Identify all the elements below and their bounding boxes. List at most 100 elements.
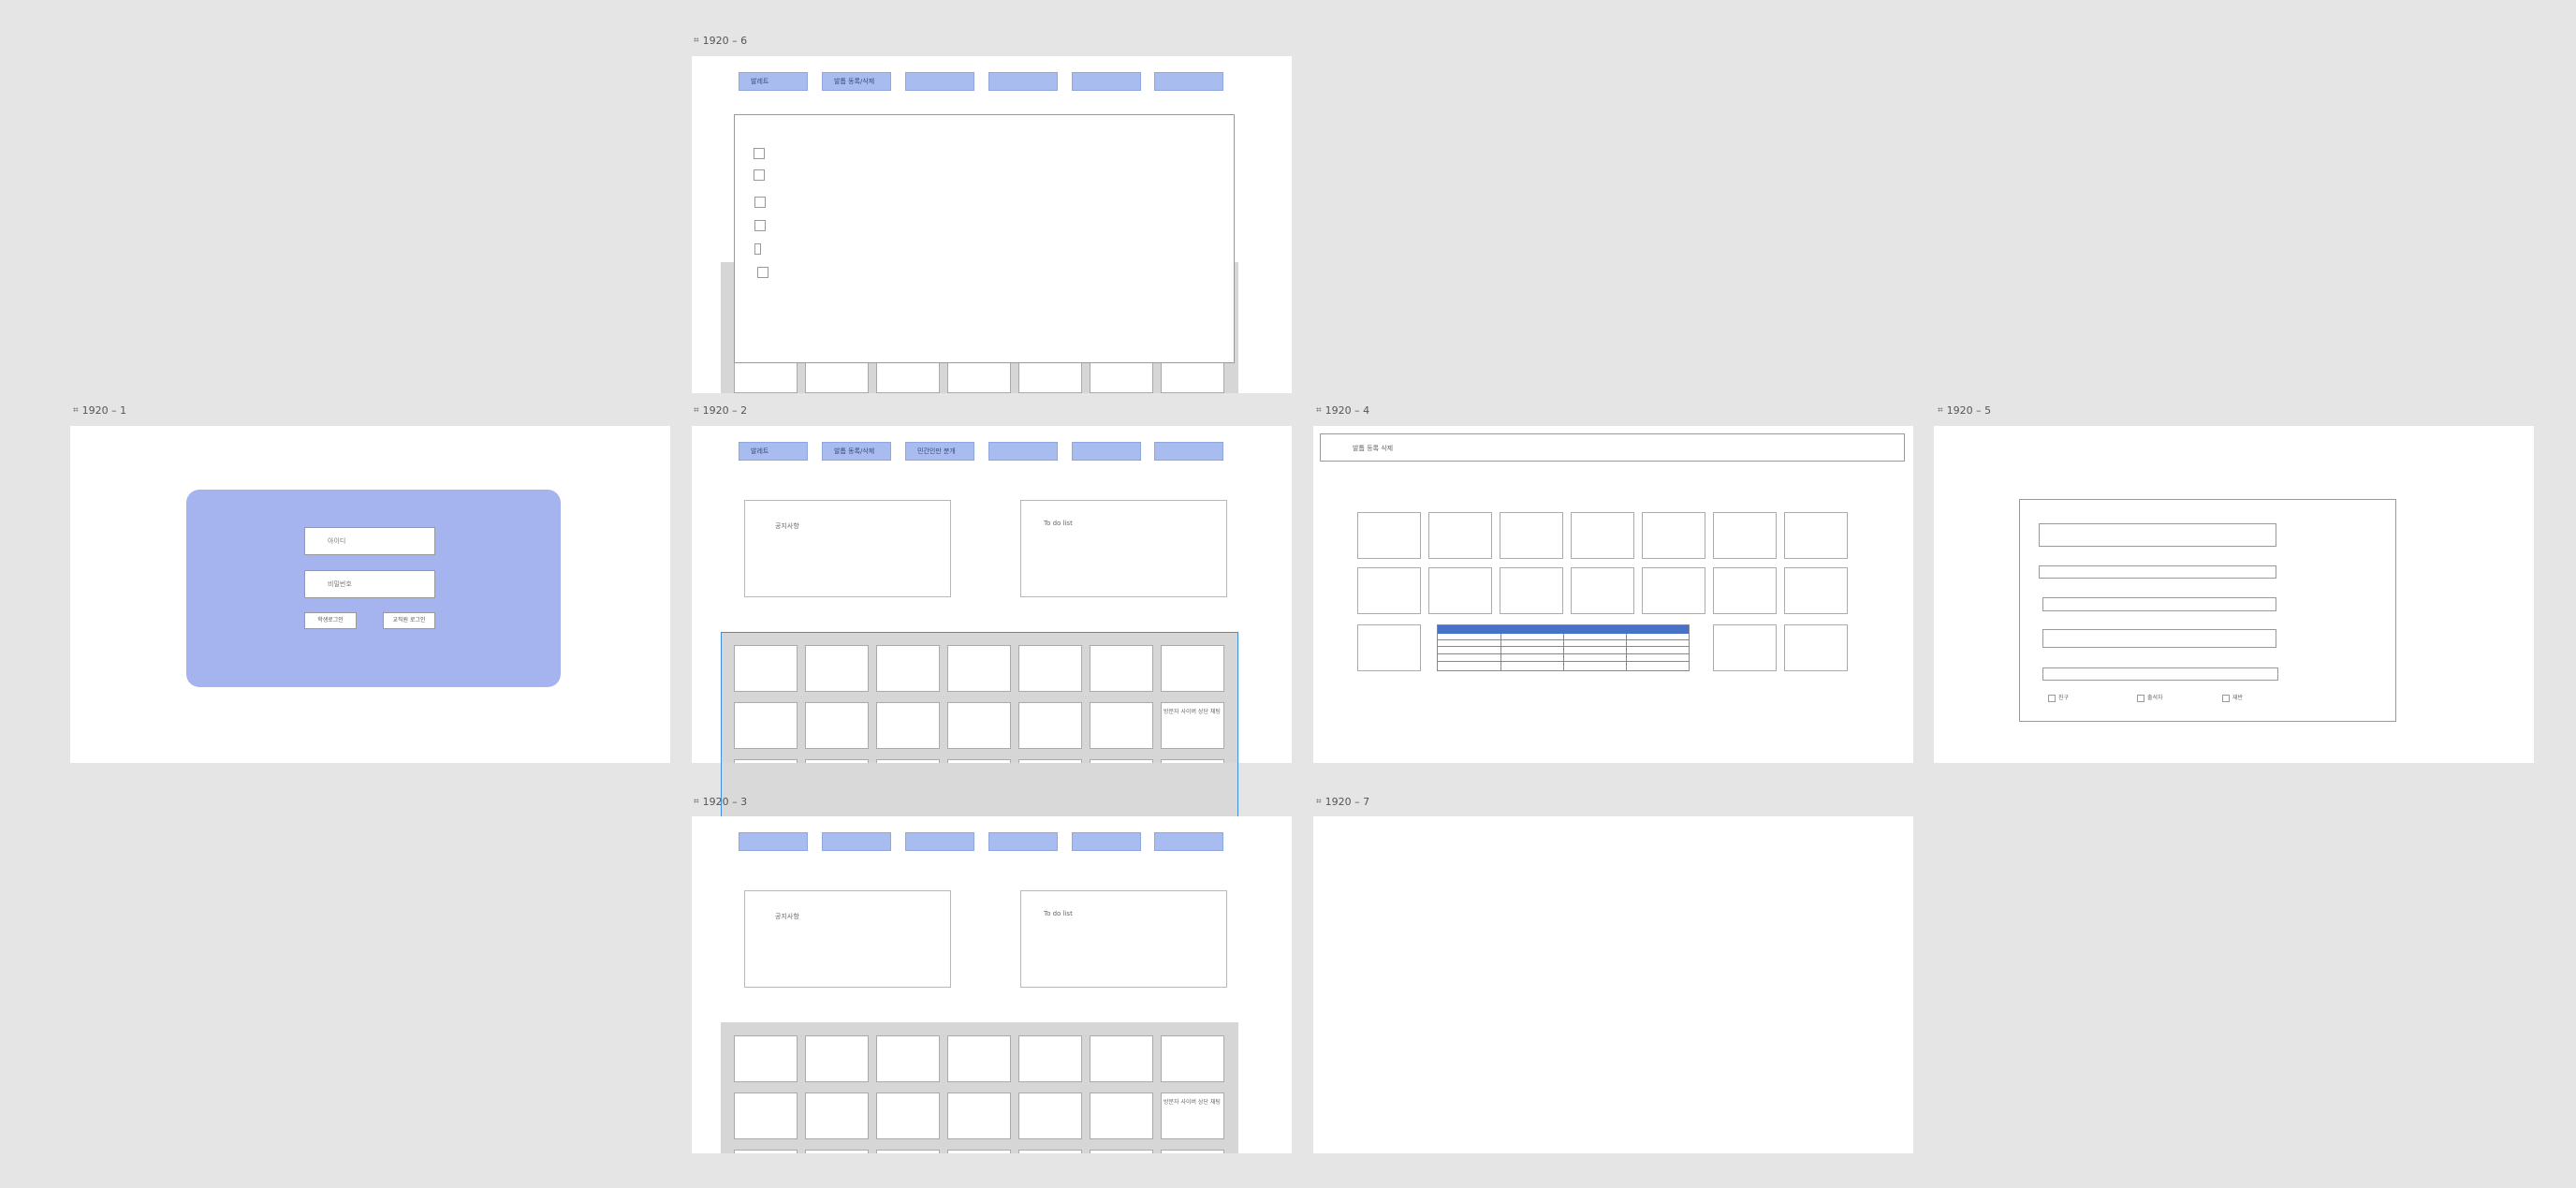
grid-cell[interactable] (734, 1093, 798, 1139)
grid-cell[interactable] (1018, 645, 1082, 692)
grid-cell[interactable] (805, 702, 869, 749)
grid-cell[interactable] (1161, 645, 1224, 692)
grid-cell[interactable] (1784, 567, 1848, 614)
nav-tab-6[interactable] (1154, 832, 1223, 851)
grid-cell[interactable] (1357, 624, 1421, 671)
grid-cell[interactable] (1090, 1150, 1153, 1153)
grid-cell[interactable] (1784, 624, 1848, 671)
checkbox-2[interactable] (2137, 695, 2144, 702)
nav-tab-5[interactable] (1072, 442, 1141, 461)
frame-1920-5[interactable]: 친구 출석자 재반 (1934, 426, 2534, 763)
grid-cell[interactable] (1713, 512, 1777, 559)
frame-label-5[interactable]: ⌗ 1920 – 5 (1938, 404, 1991, 417)
notice-panel[interactable]: 공지사항 (744, 500, 951, 597)
nav-tab-5[interactable] (1072, 832, 1141, 851)
grid-cell[interactable] (876, 1150, 940, 1153)
todo-panel[interactable]: To do list (1020, 500, 1227, 597)
grid-cell[interactable] (876, 1093, 940, 1139)
grid-cell[interactable] (1642, 512, 1705, 559)
grid-cell[interactable] (1500, 567, 1563, 614)
password-input[interactable]: 비밀번호 (304, 570, 435, 598)
grid-cell[interactable] (947, 1093, 1011, 1139)
grid-cell[interactable] (876, 645, 940, 692)
grid-cell[interactable] (734, 702, 798, 749)
nav-tab-6[interactable] (1154, 442, 1223, 461)
frame-label-6[interactable]: ⌗ 1920 – 6 (694, 35, 747, 47)
teacher-login-button[interactable]: 교직원 로그인 (383, 612, 435, 629)
todo-panel[interactable]: To do list (1020, 890, 1227, 988)
grid-cell[interactable] (1713, 624, 1777, 671)
grid-cell[interactable] (1090, 702, 1153, 749)
nav-tab-6[interactable] (1154, 72, 1223, 91)
grid-cell[interactable] (876, 702, 940, 749)
grid-cell[interactable] (805, 645, 869, 692)
grid-cell[interactable]: 방문자 사이버 상단 채팅 (1161, 702, 1224, 749)
grid-cell[interactable] (734, 1035, 798, 1082)
nav-tab-1[interactable]: 발레트 (739, 442, 808, 461)
grid-cell[interactable] (1784, 512, 1848, 559)
grid-cell[interactable] (1161, 1035, 1224, 1082)
frame-1920-1[interactable]: 아이디 비밀번호 학생로그인 교직원 로그인 (70, 426, 670, 763)
modal-panel[interactable] (734, 114, 1235, 363)
checkbox[interactable] (754, 169, 765, 181)
checkbox[interactable] (757, 267, 768, 278)
frame-1920-6[interactable]: 발레트 발톱 동록/삭제 (692, 56, 1292, 393)
grid-cell[interactable] (947, 1035, 1011, 1082)
grid-cell[interactable] (1642, 567, 1705, 614)
grid-cell[interactable] (1500, 512, 1563, 559)
id-input[interactable]: 아이디 (304, 527, 435, 555)
checkbox-3[interactable] (2222, 695, 2230, 702)
nav-tab-3[interactable] (905, 832, 974, 851)
frame-1920-2[interactable]: 발레트 발톱 동록/삭제 민간인만 분개 공지사항 To do list 방문자… (692, 426, 1292, 763)
frame-label-2[interactable]: ⌗ 1920 – 2 (694, 404, 747, 417)
checkbox[interactable] (754, 243, 761, 255)
grid-cell[interactable] (1428, 512, 1492, 559)
grid-cell[interactable] (1357, 512, 1421, 559)
form-field-3[interactable] (2042, 597, 2276, 611)
frame-1920-7[interactable] (1313, 816, 1913, 1153)
grid-cell[interactable] (876, 1035, 940, 1082)
grid-cell[interactable] (805, 1093, 869, 1139)
header-bar[interactable]: 발톱 등록 삭제 (1320, 433, 1905, 462)
grid-cell[interactable] (1018, 1150, 1082, 1153)
form-field-2[interactable] (2039, 565, 2276, 579)
form-field-5[interactable] (2042, 667, 2278, 681)
nav-tab-4[interactable] (988, 72, 1058, 91)
nav-tab-2[interactable]: 발톱 동록/삭제 (822, 442, 891, 461)
grid-cell[interactable] (1018, 1093, 1082, 1139)
grid-cell[interactable] (805, 1035, 869, 1082)
nav-tab-3[interactable]: 민간인만 분개 (905, 442, 974, 461)
grid-cell[interactable] (947, 702, 1011, 749)
nav-tab-5[interactable] (1072, 72, 1141, 91)
checkbox[interactable] (754, 197, 766, 208)
frame-1920-3[interactable]: 공지사항 To do list 방문자 사이버 상단 채팅 (692, 816, 1292, 1153)
grid-cell[interactable] (734, 645, 798, 692)
form-field-4[interactable] (2042, 629, 2276, 648)
grid-cell[interactable] (1161, 1150, 1224, 1153)
checkbox[interactable] (754, 220, 766, 231)
grid-cell[interactable] (1571, 567, 1634, 614)
grid-cell[interactable] (1018, 702, 1082, 749)
frame-label-4[interactable]: ⌗ 1920 – 4 (1316, 404, 1369, 417)
frame-label-7[interactable]: ⌗ 1920 – 7 (1316, 796, 1369, 808)
nav-tab-2[interactable]: 발톱 동록/삭제 (822, 72, 891, 91)
nav-tab-4[interactable] (988, 442, 1058, 461)
student-login-button[interactable]: 학생로그인 (304, 612, 357, 629)
grid-cell[interactable] (1018, 1035, 1082, 1082)
nav-tab-4[interactable] (988, 832, 1058, 851)
grid-cell[interactable] (734, 1150, 798, 1153)
form-field-1[interactable] (2039, 523, 2276, 547)
grid-cell[interactable] (1090, 1035, 1153, 1082)
grid-cell[interactable] (1357, 567, 1421, 614)
checkbox-1[interactable] (2048, 695, 2056, 702)
nav-tab-1[interactable] (739, 832, 808, 851)
grid-cell[interactable] (1571, 512, 1634, 559)
grid-cell[interactable] (1713, 567, 1777, 614)
grid-cell[interactable]: 방문자 사이버 상단 채팅 (1161, 1093, 1224, 1139)
grid-cell[interactable] (1090, 1093, 1153, 1139)
grid-cell[interactable] (1090, 645, 1153, 692)
grid-cell[interactable] (1428, 567, 1492, 614)
nav-tab-2[interactable] (822, 832, 891, 851)
nav-tab-3[interactable] (905, 72, 974, 91)
data-table[interactable] (1437, 624, 1690, 671)
